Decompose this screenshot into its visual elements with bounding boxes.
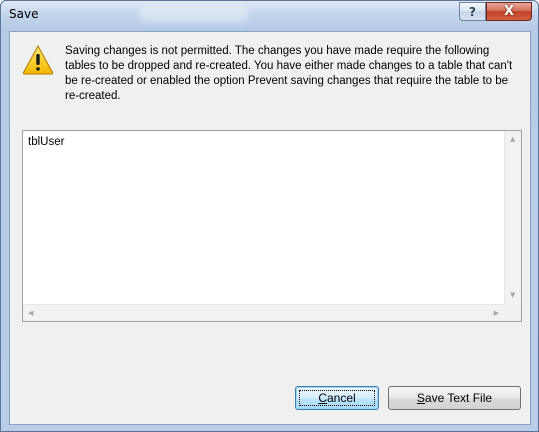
window-title: Save [9,7,39,21]
vertical-scrollbar[interactable]: ▲ ▼ [504,131,521,304]
help-button[interactable]: ? [459,2,486,21]
scroll-right-icon[interactable]: ▶ [494,310,499,317]
cancel-button[interactable]: Cancel [295,386,379,410]
scrollbar-corner [504,304,521,321]
scroll-up-icon[interactable]: ▲ [510,136,515,143]
save-dialog: Save ? X Saving changes is not permitted… [0,0,539,432]
dialog-body: Saving changes is not permitted. The cha… [9,31,531,425]
help-icon: ? [469,4,476,19]
horizontal-scrollbar[interactable]: ◀ ▶ [23,304,504,321]
scroll-down-icon[interactable]: ▼ [510,292,515,299]
title-bar-glow [139,5,249,23]
close-button[interactable]: X [486,2,532,21]
scroll-left-icon[interactable]: ◀ [28,310,33,317]
close-icon: X [503,4,515,19]
cancel-button-label: Cancel [318,391,356,405]
warning-icon [22,44,54,75]
affected-tables-list[interactable]: tblUser ▲ ▼ ◀ ▶ [22,130,522,322]
title-bar[interactable]: Save ? X [1,1,538,31]
save-text-file-button[interactable]: Save Text File [388,386,521,410]
save-text-file-button-label: Save Text File [416,391,493,405]
warning-message: Saving changes is not permitted. The cha… [65,45,513,102]
list-item[interactable]: tblUser [28,136,64,148]
